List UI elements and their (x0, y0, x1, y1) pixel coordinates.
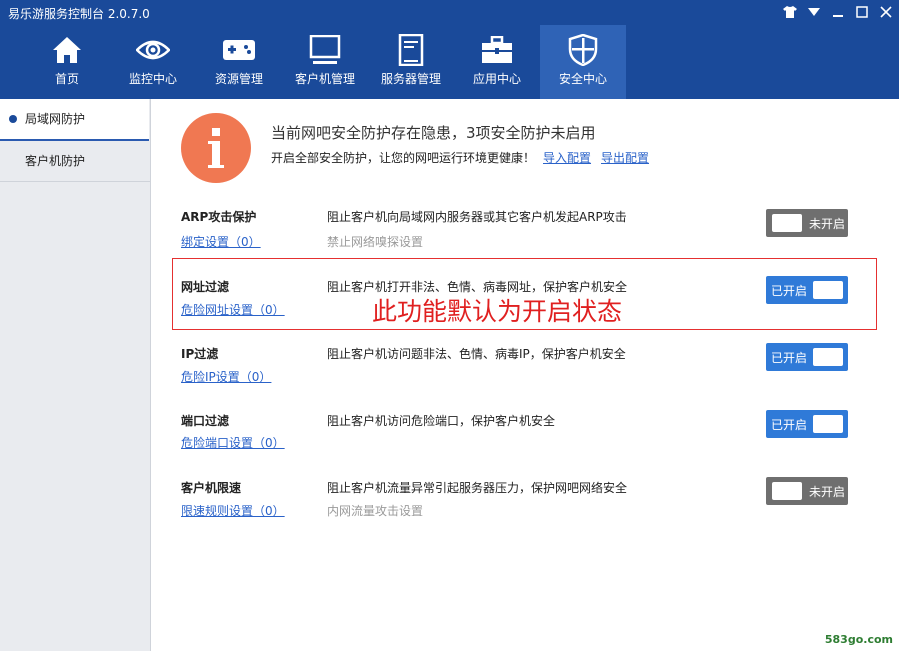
nav-label: 应用中心 (472, 72, 521, 86)
toolbox-icon (480, 34, 514, 66)
toggle-label: 已开启 (771, 418, 808, 432)
nav-label: 监控中心 (128, 72, 177, 86)
sidebar-item-lan-protection[interactable]: 局域网防护 (0, 99, 149, 141)
top-bar: 易乐游服务控制台 2.0.7.0 首页 监控中心 资源管理 客户机管理 服务器管… (0, 0, 899, 99)
ip-filter-title: IP过滤 (181, 347, 219, 361)
arp-protection-sub: 禁止网络嗅探设置 (327, 235, 424, 249)
shirt-icon[interactable] (783, 5, 797, 19)
nav-label: 安全中心 (558, 72, 607, 86)
alert-title: 当前网吧安全防护存在隐患，3项安全防护未启用 (271, 124, 596, 142)
nav-label: 资源管理 (214, 72, 263, 86)
monitor-icon (308, 34, 342, 66)
main-nav: 首页 监控中心 资源管理 客户机管理 服务器管理 应用中心 安全中心 (24, 25, 626, 99)
arp-protection-toggle[interactable]: 未开启 (766, 209, 848, 237)
app-title: 易乐游服务控制台 2.0.7.0 (8, 7, 150, 21)
url-filter-title: 网址过滤 (181, 280, 230, 294)
ip-filter-toggle[interactable]: 已开启 (766, 343, 848, 371)
window-controls (783, 5, 893, 19)
arp-binding-settings-link[interactable]: 绑定设置（0） (181, 233, 261, 250)
toggle-label: 未开启 (809, 485, 846, 499)
nav-client-management[interactable]: 客户机管理 (282, 25, 368, 99)
title-bar: 易乐游服务控制台 2.0.7.0 (0, 0, 899, 26)
server-icon (394, 34, 428, 66)
nav-label: 服务器管理 (380, 72, 441, 86)
sidebar: 局域网防护 客户机防护 (0, 99, 151, 651)
toggle-label: 未开启 (809, 217, 846, 231)
nav-label: 客户机管理 (294, 72, 355, 86)
nav-resource-management[interactable]: 资源管理 (196, 25, 282, 99)
port-filter-title: 端口过滤 (181, 414, 230, 428)
client-speed-limit-sub: 内网流量攻击设置 (327, 504, 424, 518)
export-config-link[interactable]: 导出配置 (601, 149, 649, 166)
nav-label: 首页 (54, 72, 79, 86)
import-config-link[interactable]: 导入配置 (543, 149, 591, 166)
speed-limit-rules-link[interactable]: 限速规则设置（0） (181, 502, 285, 519)
toggle-label: 已开启 (771, 351, 808, 365)
client-speed-limit-title: 客户机限速 (181, 481, 242, 495)
arp-protection-title: ARP攻击保护 (181, 210, 257, 224)
toggle-label: 已开启 (771, 284, 808, 298)
alert-subtitle: 开启全部安全防护，让您的网吧运行环境更健康！ (271, 151, 536, 165)
url-filter-toggle[interactable]: 已开启 (766, 276, 848, 304)
nav-monitor-center[interactable]: 监控中心 (110, 25, 196, 99)
site-watermark: 583go.com (824, 633, 893, 646)
sidebar-item-label: 局域网防护 (25, 112, 86, 126)
toggle-knob (813, 415, 843, 433)
home-icon (50, 34, 84, 66)
shield-icon (566, 34, 600, 66)
minimize-icon[interactable] (831, 5, 845, 19)
sidebar-item-label: 客户机防护 (25, 154, 86, 168)
client-speed-limit-desc: 阻止客户机流量异常引起服务器压力，保护网吧网络安全 (327, 481, 628, 495)
nav-app-center[interactable]: 应用中心 (454, 25, 540, 99)
nav-server-management[interactable]: 服务器管理 (368, 25, 454, 99)
close-icon[interactable] (879, 5, 893, 19)
toggle-knob (772, 214, 802, 232)
dangerous-url-settings-link[interactable]: 危险网址设置（0） (181, 301, 285, 318)
dropdown-icon[interactable] (807, 5, 821, 19)
default-on-annotation: 此功能默认为开启状态 (372, 297, 623, 326)
active-dot (9, 115, 17, 123)
arp-protection-desc: 阻止客户机向局域网内服务器或其它客户机发起ARP攻击 (327, 210, 627, 224)
info-alert-icon (181, 113, 251, 183)
client-speed-limit-toggle[interactable]: 未开启 (766, 477, 848, 505)
gamepad-icon (222, 34, 256, 66)
eye-icon (136, 34, 170, 66)
nav-home[interactable]: 首页 (24, 25, 110, 99)
toggle-knob (813, 348, 843, 366)
ip-filter-desc: 阻止客户机访问题非法、色情、病毒IP，保护客户机安全 (327, 347, 626, 361)
toggle-knob (813, 281, 843, 299)
port-filter-desc: 阻止客户机访问危险端口，保护客户机安全 (327, 414, 556, 428)
port-filter-toggle[interactable]: 已开启 (766, 410, 848, 438)
toggle-knob (772, 482, 802, 500)
dangerous-port-settings-link[interactable]: 危险端口设置（0） (181, 434, 285, 451)
maximize-icon[interactable] (855, 5, 869, 19)
dangerous-ip-settings-link[interactable]: 危险IP设置（0） (181, 368, 271, 385)
nav-security-center[interactable]: 安全中心 (540, 25, 626, 99)
sidebar-item-client-protection[interactable]: 客户机防护 (0, 141, 150, 182)
